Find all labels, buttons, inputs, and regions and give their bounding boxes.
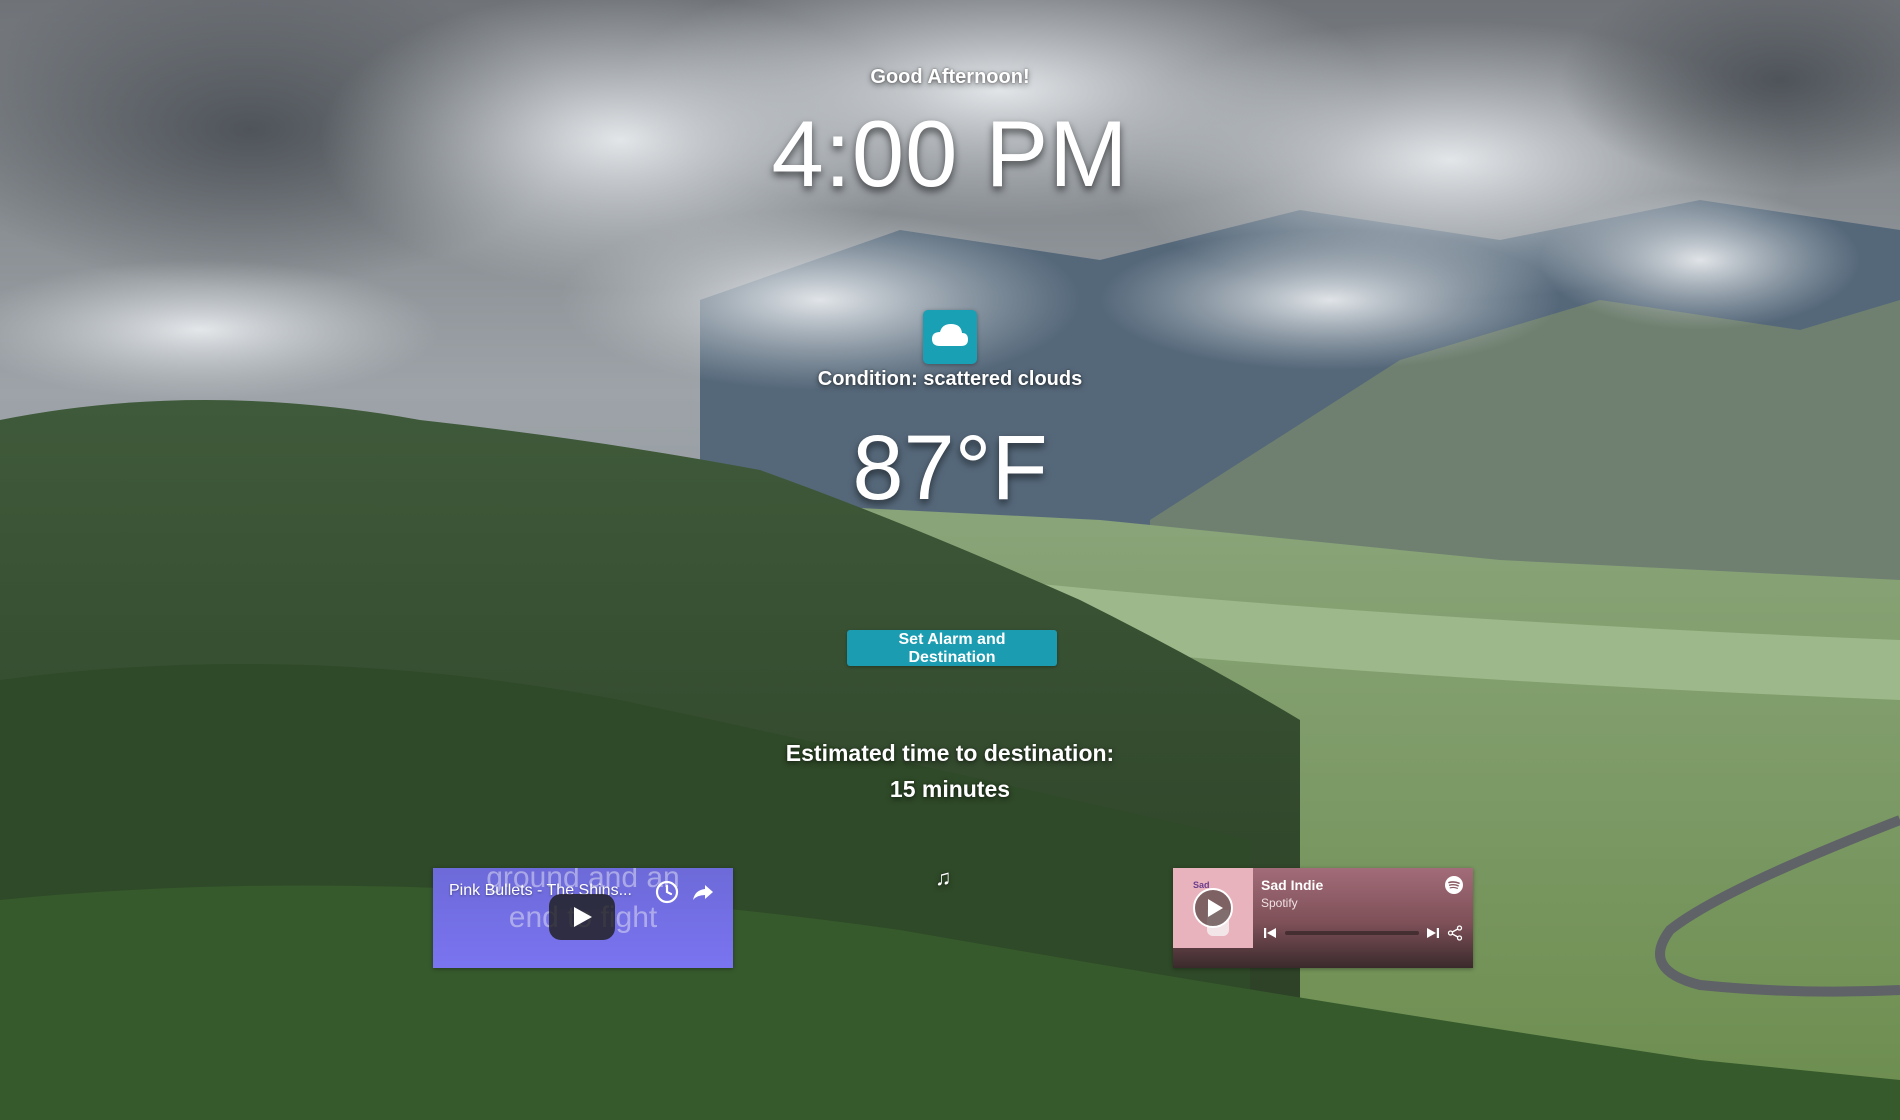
watch-later-icon[interactable] [655, 880, 679, 904]
play-button[interactable] [549, 894, 615, 940]
greeting-text: Good Afternoon! [870, 66, 1030, 88]
cloud-icon [923, 310, 977, 364]
dashboard: Good Afternoon! 4:00 PM Condition: scatt… [0, 0, 1900, 1120]
temperature-reading: 87°F [852, 417, 1048, 519]
playback-progress-bar[interactable] [1285, 931, 1419, 935]
play-icon [574, 907, 592, 927]
previous-track-icon[interactable] [1263, 926, 1277, 940]
eta-value: 15 minutes [889, 776, 1011, 802]
set-alarm-destination-button[interactable]: Set Alarm and Destination [847, 630, 1057, 666]
share-icon[interactable] [691, 880, 715, 904]
weather-condition: Condition: scattered clouds [817, 368, 1083, 390]
music-note-icon: ♫ [935, 865, 952, 890]
playlist-subtitle[interactable]: Spotify [1261, 896, 1298, 910]
play-icon [1208, 899, 1223, 917]
spotify-logo-icon[interactable] [1445, 876, 1463, 894]
youtube-player[interactable]: ground and an end to fight Pink Bullets … [433, 868, 733, 968]
next-track-icon[interactable] [1426, 926, 1440, 940]
eta-label: Estimated time to destination: [785, 740, 1115, 766]
clock-time: 4:00 PM [771, 101, 1129, 206]
play-button[interactable] [1193, 888, 1233, 928]
share-icon[interactable] [1447, 925, 1463, 941]
playlist-title[interactable]: Sad Indie [1261, 877, 1323, 893]
spotify-player[interactable]: Sad Sad Indie Spotify [1173, 868, 1473, 968]
